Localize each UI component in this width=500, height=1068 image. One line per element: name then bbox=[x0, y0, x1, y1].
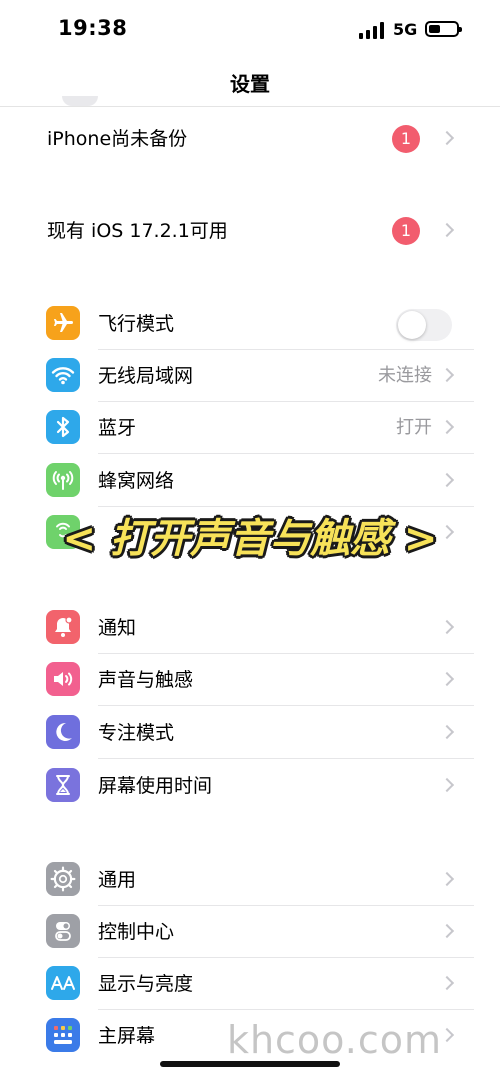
cellular-icon bbox=[46, 463, 80, 497]
wifi-row[interactable]: 无线局域网 未连接 bbox=[0, 350, 500, 402]
row-label: 通知 bbox=[98, 617, 137, 639]
chevron-right-icon bbox=[439, 472, 455, 488]
chevron-right-icon bbox=[439, 222, 455, 238]
notification-icon bbox=[46, 610, 80, 644]
hourglass-icon bbox=[46, 768, 80, 802]
row-label: 主屏幕 bbox=[98, 1025, 156, 1047]
chevron-right-icon bbox=[439, 619, 455, 635]
status-bar: 19:38 5G bbox=[0, 0, 500, 58]
row-label: 无线局域网 bbox=[98, 365, 194, 387]
row-label: 通用 bbox=[98, 869, 137, 891]
row-label: 控制中心 bbox=[98, 921, 175, 943]
row-label: 显示与亮度 bbox=[98, 973, 194, 995]
network-type: 5G bbox=[393, 20, 418, 39]
sounds-haptics-row[interactable]: 声音与触感 bbox=[0, 654, 500, 706]
control-center-row[interactable]: 控制中心 bbox=[0, 906, 500, 958]
display-brightness-row[interactable]: 显示与亮度 bbox=[0, 958, 500, 1010]
chevron-right-icon bbox=[439, 724, 455, 740]
home-screen-icon bbox=[46, 1018, 80, 1052]
chevron-right-icon bbox=[439, 367, 455, 383]
row-label: 蜂窝网络 bbox=[98, 470, 175, 492]
notifications-row[interactable]: 通知 bbox=[0, 602, 500, 654]
instruction-banner: < 打开声音与触感 > bbox=[62, 516, 438, 562]
backup-alert-row[interactable]: iPhone尚未备份 1 bbox=[0, 113, 500, 165]
chevron-right-icon bbox=[439, 871, 455, 887]
row-label: 蓝牙 bbox=[98, 417, 137, 439]
chevron-right-icon bbox=[439, 923, 455, 939]
row-label: 现有 iOS 17.2.1可用 bbox=[47, 220, 228, 242]
row-label: 屏幕使用时间 bbox=[98, 775, 213, 797]
airplane-icon bbox=[46, 306, 80, 340]
gear-icon bbox=[46, 862, 80, 896]
row-label: 专注模式 bbox=[98, 722, 175, 744]
settings-screen: 19:38 5G 设置 iPhone尚未备份 1 现有 iOS 17.2.1可用… bbox=[0, 0, 500, 1068]
chevron-right-icon bbox=[439, 130, 455, 146]
row-label: 飞行模式 bbox=[98, 313, 175, 335]
avatar bbox=[62, 96, 98, 106]
cellular-row[interactable]: 蜂窝网络 bbox=[0, 455, 500, 507]
row-label: iPhone尚未备份 bbox=[47, 128, 188, 150]
wifi-status-value: 未连接 bbox=[378, 365, 432, 386]
home-indicator[interactable] bbox=[160, 1061, 340, 1067]
chevron-right-icon bbox=[439, 777, 455, 793]
page-title: 设置 bbox=[230, 72, 270, 96]
chevron-right-icon bbox=[439, 419, 455, 435]
bluetooth-row[interactable]: 蓝牙 打开 bbox=[0, 402, 500, 454]
alert-badge: 1 bbox=[392, 125, 420, 153]
battery-icon bbox=[425, 21, 462, 37]
chevron-right-icon bbox=[439, 671, 455, 687]
text-size-icon bbox=[46, 966, 80, 1000]
status-time: 19:38 bbox=[58, 16, 128, 40]
ios-update-row[interactable]: 现有 iOS 17.2.1可用 1 bbox=[0, 205, 500, 257]
screen-time-row[interactable]: 屏幕使用时间 bbox=[0, 760, 500, 812]
wifi-icon bbox=[46, 358, 80, 392]
watermark: khcoo.com bbox=[226, 1018, 442, 1062]
chevron-right-icon bbox=[439, 975, 455, 991]
focus-row[interactable]: 专注模式 bbox=[0, 707, 500, 759]
chevron-right-icon bbox=[439, 1027, 455, 1043]
airplane-mode-toggle[interactable] bbox=[396, 309, 452, 341]
nav-divider bbox=[0, 106, 500, 107]
signal-icon bbox=[359, 21, 385, 39]
alert-badge: 1 bbox=[392, 217, 420, 245]
toggles-icon bbox=[46, 914, 80, 948]
bluetooth-icon bbox=[46, 410, 80, 444]
general-row[interactable]: 通用 bbox=[0, 854, 500, 906]
airplane-mode-row[interactable]: 飞行模式 bbox=[0, 298, 500, 350]
moon-icon bbox=[46, 715, 80, 749]
row-label: 声音与触感 bbox=[98, 669, 194, 691]
bluetooth-status-value: 打开 bbox=[396, 417, 432, 438]
speaker-icon bbox=[46, 662, 80, 696]
